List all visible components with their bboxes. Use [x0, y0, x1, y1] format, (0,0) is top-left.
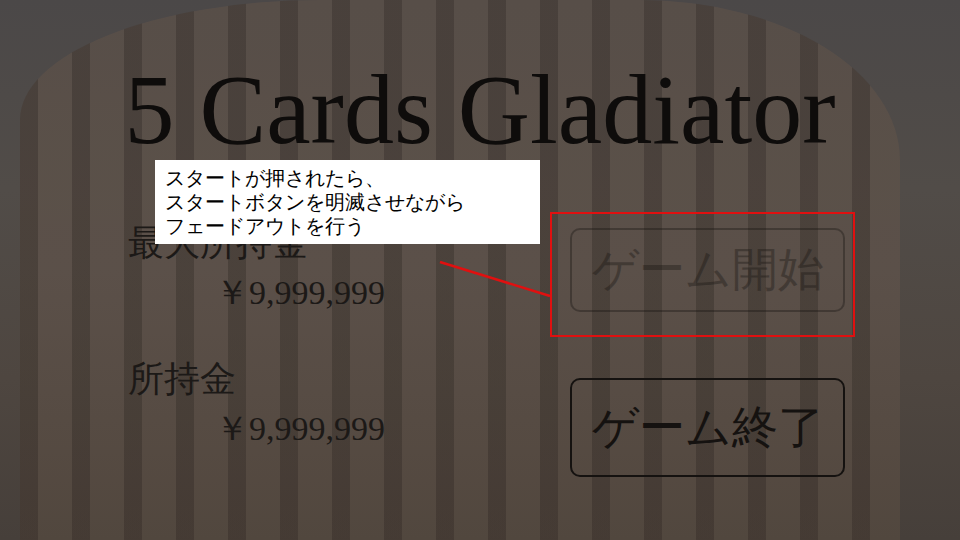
game-title: 5 Cards Gladiator — [0, 60, 960, 160]
highlight-box — [550, 212, 855, 337]
stat-value: ￥9,999,999 — [215, 273, 385, 314]
menu-buttons: ゲーム開始ゲーム終了 — [570, 228, 845, 477]
button-label: ゲーム開始 — [592, 239, 824, 301]
stats-panel: 最大所持金￥9,999,999所持金￥9,999,999 — [0, 222, 385, 477]
content-row: 最大所持金￥9,999,999所持金￥9,999,999ゲーム開始ゲーム終了 — [0, 222, 960, 477]
stat-label: 所持金 — [128, 358, 385, 401]
start-button[interactable]: ゲーム開始 — [570, 228, 845, 312]
annotation-line: スタートボタンを明滅させながら — [165, 190, 530, 214]
button-label: ゲーム終了 — [592, 397, 824, 459]
stat: 所持金 ￥9,999,999 — [128, 358, 385, 450]
annotation-line: フェードアウトを行う — [165, 214, 530, 238]
title-screen: 5 Cards Gladiator最大所持金￥9,999,999所持金￥9,99… — [0, 0, 960, 540]
annotation-line: スタートが押されたら、 — [165, 166, 530, 190]
callout-line — [0, 0, 960, 540]
annotation: スタートが押されたら、スタートボタンを明滅させながらフェードアウトを行う — [155, 160, 540, 244]
exit-button[interactable]: ゲーム終了 — [570, 378, 845, 477]
stat-value: ￥9,999,999 — [215, 409, 385, 450]
